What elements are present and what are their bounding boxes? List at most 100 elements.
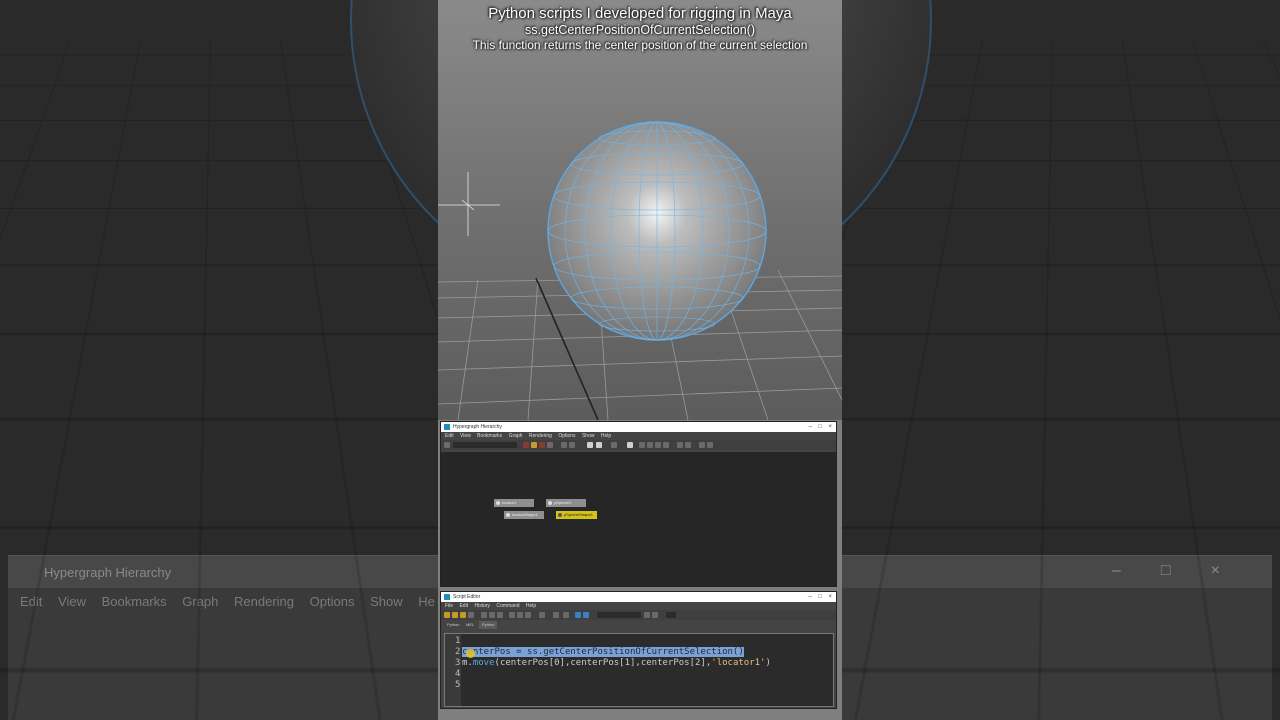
graph-icon[interactable] [611,442,617,448]
script-editor-menubar: File Edit History Command Help [441,602,836,610]
node-psphere1[interactable]: pSphere1 [546,499,586,507]
code-line-3[interactable]: m.move(centerPos[0],centerPos[1],centerP… [462,658,771,668]
background-menu-item: Graph [182,594,219,609]
maya-viewport[interactable]: Python scripts I developed for rigging i… [438,0,842,420]
collapse-icon[interactable] [677,442,683,448]
layout-icon[interactable] [569,442,575,448]
clear-all-icon[interactable] [525,612,531,618]
menu-file[interactable]: File [445,603,453,609]
menu-rendering[interactable]: Rendering [529,433,552,439]
bookmark-delete-icon[interactable] [547,442,553,448]
background-menu-item: He [418,594,435,609]
maximize-button[interactable]: □ [818,422,822,432]
expand-icon[interactable] [639,442,645,448]
background-menu-item: Rendering [234,594,295,609]
tab-python[interactable]: Python [444,621,462,629]
expand-icon[interactable] [647,442,653,448]
node-label: locatorShape1 [512,512,538,517]
menu-options[interactable]: Options [558,433,575,439]
background-menu-item: Edit [20,594,43,609]
input-output-icon[interactable] [596,442,602,448]
close-button[interactable]: × [828,422,832,432]
script-editor-title: Script Editor [453,594,481,600]
hypergraph-toolbar [441,440,836,450]
options-icon[interactable] [707,442,713,448]
script-editor-tabs: Python MEL Python [441,620,836,629]
shape-node-icon [506,513,510,517]
expand-icon[interactable] [663,442,669,448]
menu-edit[interactable]: Edit [459,603,468,609]
clear-history-icon[interactable] [509,612,515,618]
bookmark-edit-icon[interactable] [539,442,545,448]
node-locator1[interactable]: locator1 [494,499,534,507]
menu-command[interactable]: Command [496,603,519,609]
menu-history[interactable]: History [474,603,490,609]
node-locatorshape1[interactable]: locatorShape1 [504,511,544,519]
execute-selected-icon[interactable] [583,612,589,618]
menu-bookmarks[interactable]: Bookmarks [477,433,502,439]
tab-python-active[interactable]: Python [479,621,498,629]
line-numbers-icon[interactable] [489,612,495,618]
sphere-wireframe[interactable] [547,121,767,341]
execute-all-icon[interactable] [575,612,581,618]
search-up-icon[interactable] [652,612,658,618]
hypergraph-filter-field[interactable] [453,442,517,448]
save-shelf-icon[interactable] [468,612,474,618]
tab-mel[interactable]: MEL [463,621,477,629]
code-args: (centerPos[0],centerPos[1],centerPos[2], [494,658,712,668]
node-icon[interactable] [627,442,633,448]
background-window-controls: –□× [842,556,1272,588]
menu-graph[interactable]: Graph [509,433,523,439]
node-psphereshape1-selected[interactable]: pSphereShape1 [556,511,597,519]
background-menu: Edit View Bookmarks Graph Rendering Opti… [8,588,438,614]
search-down-icon[interactable] [644,612,650,618]
bookmark-icon[interactable] [523,442,529,448]
script-input-area[interactable]: 1 2 3 4 5 centerPos = ss.getCenterPositi… [444,633,834,707]
line-number: 2 [455,647,461,657]
mouse-cursor-highlight [466,649,475,658]
minimize-button[interactable]: – [809,592,812,602]
open-script-icon[interactable] [444,612,450,618]
background-window-right: –□× [842,555,1272,720]
show-both-icon[interactable] [563,612,569,618]
code-line-2-selected[interactable]: centerPos = ss.getCenterPositionOfCurren… [462,647,744,657]
expand-icon[interactable] [655,442,661,448]
menu-show[interactable]: Show [582,433,595,439]
goto-line-field[interactable] [666,612,676,618]
minimize-button[interactable]: – [809,422,812,432]
background-menu-item: Bookmarks [101,594,167,609]
script-editor-titlebar[interactable]: Script Editor – □ × [441,592,836,602]
bookmark-add-icon[interactable] [531,442,537,448]
code-function: move [472,658,495,668]
options-icon[interactable] [699,442,705,448]
menu-help[interactable]: Help [526,603,536,609]
menu-edit[interactable]: Edit [445,433,454,439]
echo-commands-icon[interactable] [481,612,487,618]
hypergraph-window: Hypergraph Hierarchy – □ × Edit View Boo… [440,421,837,587]
background-right: –□× [842,0,1280,720]
script-editor-window: Script Editor – □ × File Edit History Co… [440,591,837,709]
search-field[interactable] [597,612,641,618]
frame-icon[interactable] [444,442,450,448]
scene-hierarchy-icon[interactable] [587,442,593,448]
menu-help[interactable]: Help [601,433,611,439]
show-input-icon[interactable] [553,612,559,618]
show-history-icon[interactable] [539,612,545,618]
hypergraph-canvas[interactable]: locator1 pSphere1 locatorShape1 pSphereS… [441,452,836,586]
line-number: 5 [455,680,461,690]
close-button[interactable]: × [828,592,832,602]
caption-description: This function returns the center positio… [472,38,808,52]
save-script-icon[interactable] [460,612,466,618]
source-script-icon[interactable] [452,612,458,618]
clear-input-icon[interactable] [517,612,523,618]
line-number: 4 [455,669,461,679]
layout-icon[interactable] [561,442,567,448]
background-left: Hypergraph Hierarchy Edit View Bookmarks… [0,0,438,720]
hypergraph-titlebar[interactable]: Hypergraph Hierarchy – □ × [441,422,836,432]
code-close: ) [765,658,771,668]
stack-trace-icon[interactable] [497,612,503,618]
collapse-icon[interactable] [685,442,691,448]
maximize-button[interactable]: □ [818,592,822,602]
caption-title: Python scripts I developed for rigging i… [488,5,792,22]
menu-view[interactable]: View [460,433,471,439]
